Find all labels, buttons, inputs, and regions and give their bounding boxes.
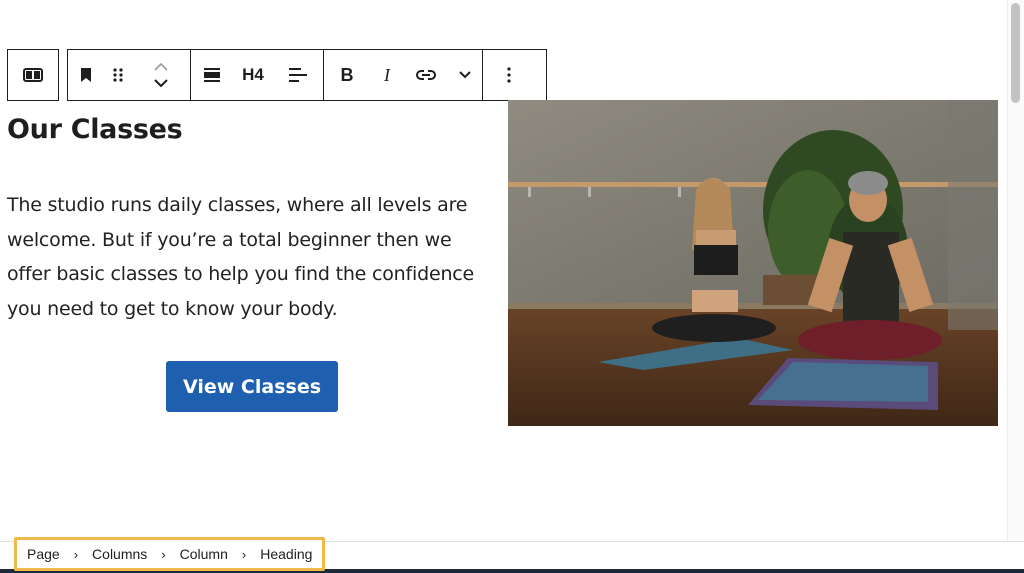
more-vertical-icon [507,67,511,83]
bold-button[interactable]: B [324,50,370,100]
intro-paragraph[interactable]: The studio runs daily classes, where all… [7,188,497,326]
italic-button[interactable]: I [370,50,404,100]
align-wide-icon [204,68,220,82]
chevron-down-icon[interactable] [154,79,168,87]
breadcrumb-separator: › [161,546,166,562]
columns-icon [23,68,43,82]
drag-handle-icon [113,68,123,82]
drag-handle[interactable] [104,50,132,100]
select-parent-button[interactable] [8,50,58,100]
link-button[interactable] [404,50,448,100]
scrollbar-thumb[interactable] [1011,3,1020,103]
bookmark-icon [81,68,91,82]
yoga-class-photo[interactable] [508,100,998,426]
parent-block-toolbar-group [7,49,59,101]
chevron-down-icon [459,71,471,79]
align-left-icon [289,68,307,82]
align-button[interactable] [191,50,233,100]
page-heading[interactable]: Our Classes [7,114,183,145]
more-formats-button[interactable] [448,50,482,100]
block-breadcrumb: Page › Columns › Column › Heading [14,537,326,571]
block-mover [132,50,190,100]
heading-level-button[interactable]: H4 [233,50,273,100]
text-align-button[interactable] [273,50,323,100]
block-options-button[interactable] [483,50,535,100]
view-classes-button[interactable]: View Classes [166,361,338,412]
breadcrumb-column[interactable]: Column [180,546,228,562]
block-type-button[interactable] [68,50,104,100]
breadcrumb-heading[interactable]: Heading [260,546,312,562]
breadcrumb-page[interactable]: Page [27,546,60,562]
block-toolbar: H4 B I [67,49,547,101]
breadcrumb-columns[interactable]: Columns [92,546,147,562]
link-icon [416,70,436,80]
breadcrumb-separator: › [241,546,247,562]
breadcrumb-separator: › [73,546,79,562]
chevron-up-icon[interactable] [154,63,168,71]
